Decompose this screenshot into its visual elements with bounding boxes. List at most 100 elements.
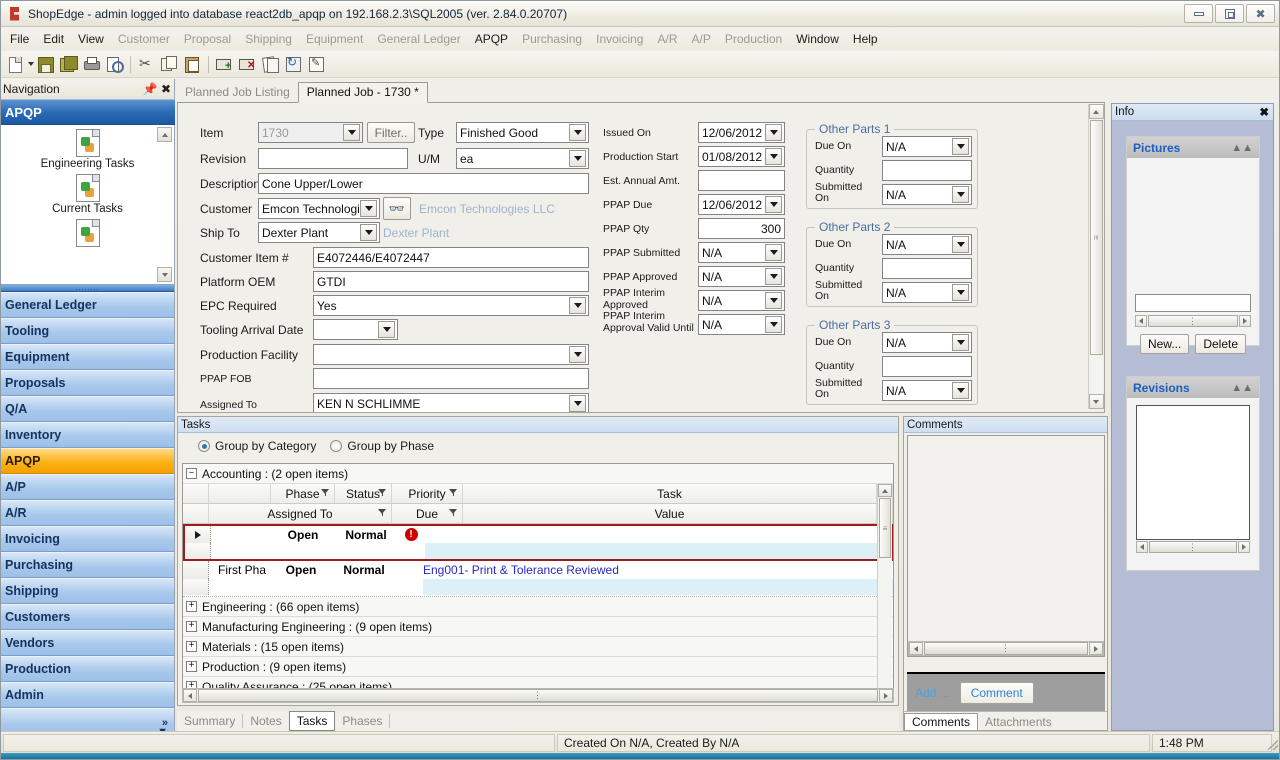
scroll-thumb[interactable]: ≡ <box>1089 120 1103 355</box>
chevron-down-icon[interactable] <box>952 236 969 253</box>
navigation-splitter[interactable]: ........ <box>1 285 174 292</box>
menu-shipping[interactable]: Shipping <box>238 29 299 49</box>
filter-icon[interactable] <box>378 488 387 500</box>
sidebar-item-admin[interactable]: Admin <box>1 682 174 708</box>
task-group-accounting[interactable]: – Accounting : (2 open items) <box>183 464 893 484</box>
menu-purchasing[interactable]: Purchasing <box>515 29 589 49</box>
tab-planned-job-1730[interactable]: Planned Job - 1730 * <box>297 82 428 103</box>
print-button[interactable] <box>80 53 102 75</box>
resize-grip[interactable] <box>1266 738 1278 750</box>
op2-quantity-input[interactable] <box>882 258 972 279</box>
expand-icon[interactable]: + <box>186 621 197 632</box>
menu-file[interactable]: File <box>3 29 36 49</box>
task-row-secondary[interactable] <box>183 579 893 595</box>
type-combo[interactable]: Finished Good <box>456 122 589 143</box>
assigned-to-combo[interactable]: KEN N SCHLIMME <box>313 393 589 412</box>
grid-vertical-scrollbar[interactable]: ≡ <box>877 484 892 702</box>
op2-due-on-datepicker[interactable]: N/A <box>882 234 972 255</box>
save-button[interactable] <box>34 53 56 75</box>
revisions-horizontal-scrollbar[interactable]: ⋮ <box>1136 540 1250 554</box>
add-comment-link[interactable]: Add ... <box>915 686 950 700</box>
chevron-down-icon[interactable] <box>569 346 586 363</box>
print-preview-button[interactable] <box>103 53 125 75</box>
shortcut-third[interactable] <box>1 219 174 247</box>
menu-apqp[interactable]: APQP <box>468 29 515 49</box>
epc-required-combo[interactable]: Yes <box>313 295 589 316</box>
tab-comments[interactable]: Comments <box>904 713 979 730</box>
menu-ar[interactable]: A/R <box>650 29 684 49</box>
op3-due-on-datepicker[interactable]: N/A <box>882 332 972 353</box>
task-group-materials[interactable]: + Materials : (15 open items) <box>183 637 893 657</box>
scroll-thumb[interactable]: ≡ <box>879 498 891 558</box>
menu-help[interactable]: Help <box>846 29 885 49</box>
maximize-button[interactable] <box>1215 4 1244 23</box>
refresh-button[interactable] <box>282 53 304 75</box>
chevron-down-icon[interactable] <box>765 124 782 141</box>
chevron-down-icon[interactable] <box>952 382 969 399</box>
shortcut-current-tasks[interactable]: Current Tasks <box>1 174 174 215</box>
op1-submitted-datepicker[interactable]: N/A <box>882 184 972 205</box>
ppap-approved-datepicker[interactable]: N/A <box>698 266 785 287</box>
customer-item-input[interactable]: E4072446/E4072447 <box>313 247 589 268</box>
shipto-combo[interactable]: Dexter Plant <box>258 222 380 243</box>
filter-icon[interactable] <box>378 508 387 520</box>
chevron-down-icon[interactable] <box>952 186 969 203</box>
chevron-down-icon[interactable] <box>569 395 586 412</box>
op2-submitted-datepicker[interactable]: N/A <box>882 282 972 303</box>
filter-icon[interactable] <box>449 508 458 520</box>
task-group-manufacturing-engineering[interactable]: + Manufacturing Engineering : (9 open it… <box>183 617 893 637</box>
sidebar-item-customers[interactable]: Customers <box>1 604 174 630</box>
item-combo[interactable]: 1730 <box>258 122 363 143</box>
column-header-priority[interactable]: Priority <box>392 484 463 503</box>
menu-proposal[interactable]: Proposal <box>177 29 238 49</box>
menu-invoicing[interactable]: Invoicing <box>589 29 650 49</box>
chevron-down-icon[interactable] <box>765 268 782 285</box>
revision-input[interactable] <box>258 148 408 169</box>
expand-icon[interactable]: + <box>186 661 197 672</box>
radio-group-by-category[interactable]: Group by Category <box>198 439 316 453</box>
tooling-arrival-datepicker[interactable] <box>313 319 398 340</box>
scroll-thumb[interactable]: ⋮ <box>924 642 1088 655</box>
row-selector[interactable] <box>183 561 209 579</box>
est-annual-input[interactable] <box>698 170 785 191</box>
chevron-down-icon[interactable] <box>952 334 969 351</box>
column-header-assigned-to[interactable]: Assigned To <box>209 504 392 523</box>
table-row[interactable]: Open Normal ! <box>183 524 893 561</box>
cell-task[interactable]: Eng001- Print & Tolerance Reviewed <box>423 561 893 579</box>
sidebar-item-ar[interactable]: A/R <box>1 500 174 526</box>
add-row-button[interactable] <box>213 53 235 75</box>
scroll-up-button[interactable] <box>878 484 892 497</box>
sidebar-item-tooling[interactable]: Tooling <box>1 318 174 344</box>
menu-customer[interactable]: Customer <box>111 29 177 49</box>
chevron-down-icon[interactable] <box>765 148 782 165</box>
menu-edit[interactable]: Edit <box>36 29 71 49</box>
chevron-down-icon[interactable] <box>765 292 782 309</box>
scroll-thumb[interactable]: ⋮ <box>198 689 878 702</box>
op1-due-on-datepicker[interactable]: N/A <box>882 136 972 157</box>
close-button[interactable]: ✖ <box>1246 4 1275 23</box>
shortcut-engineering-tasks[interactable]: Engineering Tasks <box>1 129 174 170</box>
ppap-interim-approved-datepicker[interactable]: N/A <box>698 290 785 311</box>
new-document-dropdown-button[interactable] <box>27 53 34 75</box>
new-document-button[interactable] <box>4 53 26 75</box>
sidebar-item-production[interactable]: Production <box>1 656 174 682</box>
pictures-horizontal-scrollbar[interactable]: ⋮ <box>1135 314 1251 328</box>
sidebar-item-inventory[interactable]: Inventory <box>1 422 174 448</box>
chevron-down-icon[interactable] <box>569 297 586 314</box>
task-group-production[interactable]: + Production : (9 open items) <box>183 657 893 677</box>
um-combo[interactable]: ea <box>456 148 589 169</box>
menu-production[interactable]: Production <box>718 29 789 49</box>
navigation-active-group[interactable]: APQP <box>1 99 175 125</box>
scroll-up-button[interactable] <box>1088 104 1104 119</box>
task-row-secondary[interactable] <box>185 543 891 559</box>
delete-picture-button[interactable]: Delete <box>1195 334 1247 354</box>
chevron-down-icon[interactable] <box>378 321 395 338</box>
chevron-down-icon[interactable] <box>360 200 377 217</box>
task-row-primary[interactable]: First Pha Open Normal Eng001- Print & To… <box>183 561 893 579</box>
close-icon[interactable]: ✖ <box>158 82 174 96</box>
sidebar-item-apqp[interactable]: APQP <box>1 448 174 474</box>
chevron-down-icon[interactable] <box>765 196 782 213</box>
op3-submitted-datepicker[interactable]: N/A <box>882 380 972 401</box>
chevron-down-icon[interactable] <box>765 244 782 261</box>
column-header-task[interactable]: Task <box>463 484 877 503</box>
